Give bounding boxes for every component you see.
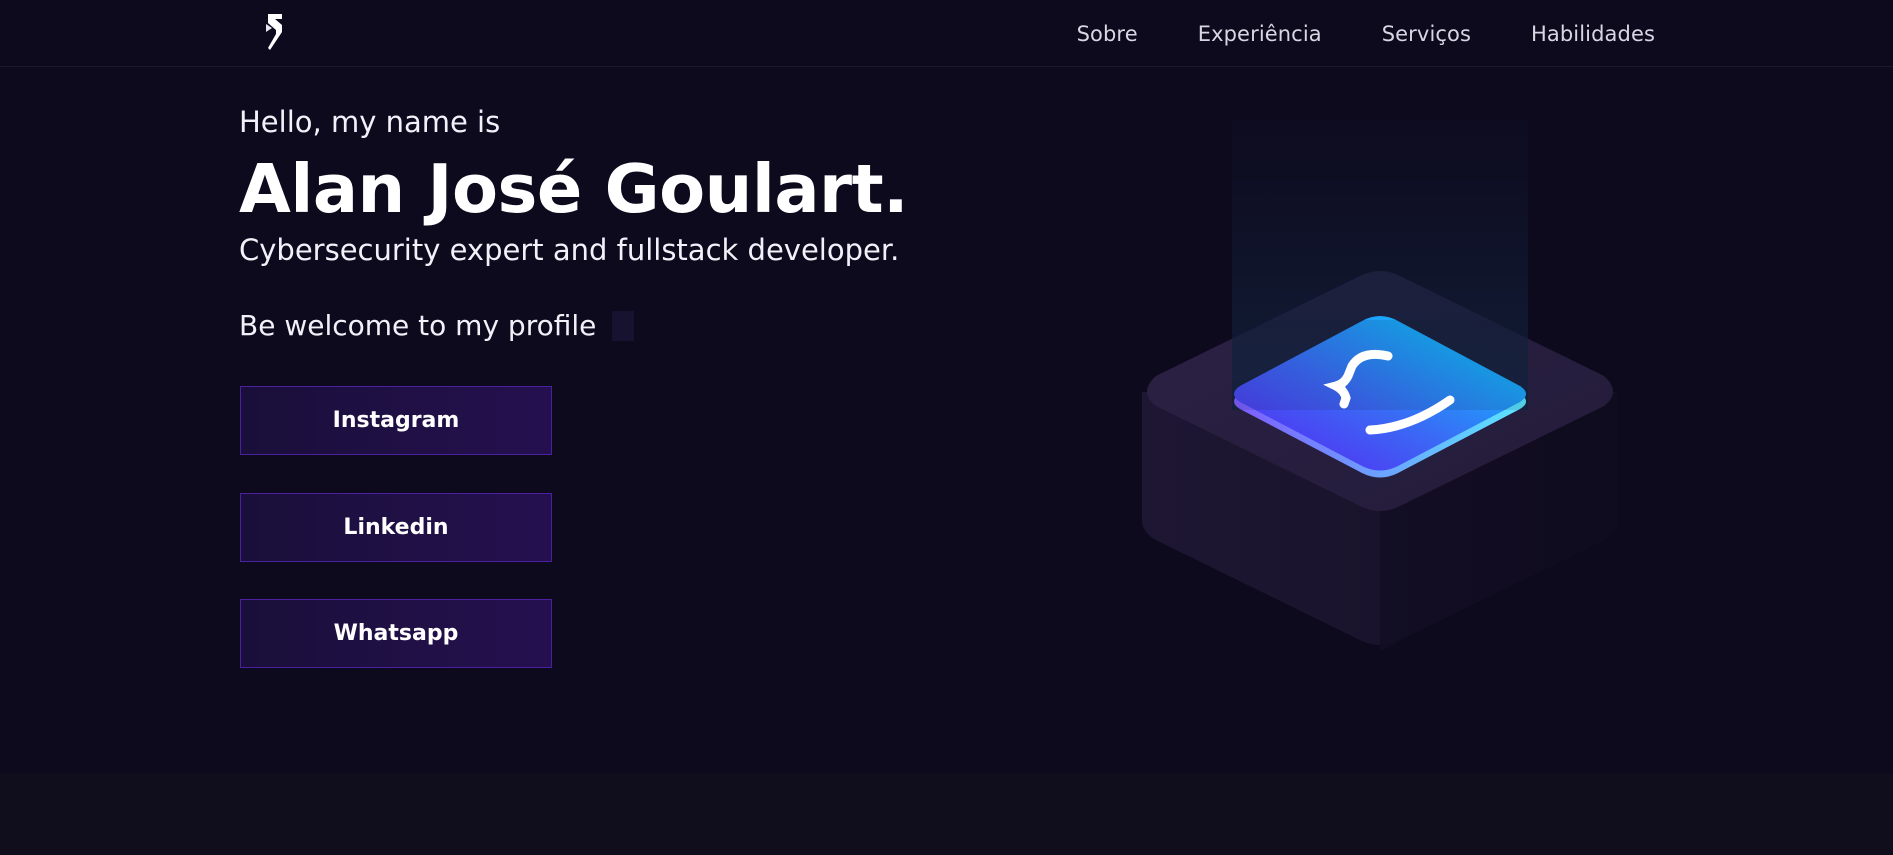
nav-item-experiencia[interactable]: Experiência [1198,22,1322,46]
welcome-text: Be welcome to my profile [239,309,597,342]
nav-item-servicos[interactable]: Serviços [1382,22,1471,46]
nav-item-habilidades[interactable]: Habilidades [1531,22,1655,46]
instagram-button[interactable]: Instagram [240,386,552,455]
nav-item-sobre[interactable]: Sobre [1077,22,1138,46]
whatsapp-button[interactable]: Whatsapp [240,599,552,668]
bottom-band [0,773,1893,855]
main-nav: Sobre Experiência Serviços Habilidades [1077,0,1655,67]
hero-name: Alan José Goulart. [239,150,909,228]
hero-tagline: Cybersecurity expert and fullstack devel… [239,233,900,267]
page: Sobre Experiência Serviços Habilidades H… [0,0,1893,855]
linkedin-button[interactable]: Linkedin [240,493,552,562]
welcome-line: Be welcome to my profile [239,306,1059,346]
hero-section: Hello, my name is Alan José Goulart. Cyb… [239,100,1059,346]
greeting-text: Hello, my name is [239,105,501,139]
hero-illustration [1130,100,1630,660]
site-header: Sobre Experiência Serviços Habilidades [0,0,1893,67]
typing-cursor [612,311,635,341]
brand-logo-icon[interactable] [262,10,288,54]
